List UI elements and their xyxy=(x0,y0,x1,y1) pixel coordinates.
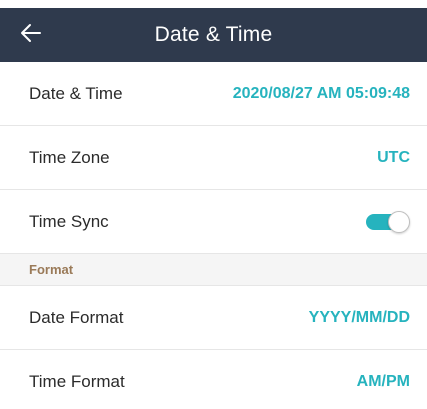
date-format-row[interactable]: Date Format YYYY/MM/DD xyxy=(0,286,427,350)
time-format-value: AM/PM xyxy=(356,372,410,390)
page-title: Date & Time xyxy=(154,23,273,46)
time-zone-label: Time Zone xyxy=(29,147,110,167)
time-sync-row: Time Sync xyxy=(0,190,427,254)
format-section-header: Format xyxy=(0,254,427,286)
toggle-knob xyxy=(388,210,410,233)
time-zone-row[interactable]: Time Zone UTC xyxy=(0,126,427,190)
time-sync-label: Time Sync xyxy=(29,211,109,231)
date-time-label: Date & Time xyxy=(29,83,123,103)
time-zone-value: UTC xyxy=(377,148,410,166)
status-strip xyxy=(0,0,427,8)
time-format-row[interactable]: Time Format AM/PM xyxy=(0,350,427,409)
settings-list: Date & Time 2020/08/27 AM 05:09:48 Time … xyxy=(0,62,427,409)
date-time-settings-screen: Date & Time Date & Time 2020/08/27 AM 05… xyxy=(0,0,427,409)
date-time-value: 2020/08/27 AM 05:09:48 xyxy=(232,84,410,102)
date-format-label: Date Format xyxy=(29,307,124,327)
date-format-value: YYYY/MM/DD xyxy=(308,308,410,326)
time-sync-toggle[interactable] xyxy=(364,210,410,233)
app-header: Date & Time xyxy=(0,8,427,62)
time-format-label: Time Format xyxy=(29,371,125,391)
date-time-row[interactable]: Date & Time 2020/08/27 AM 05:09:48 xyxy=(0,62,427,126)
